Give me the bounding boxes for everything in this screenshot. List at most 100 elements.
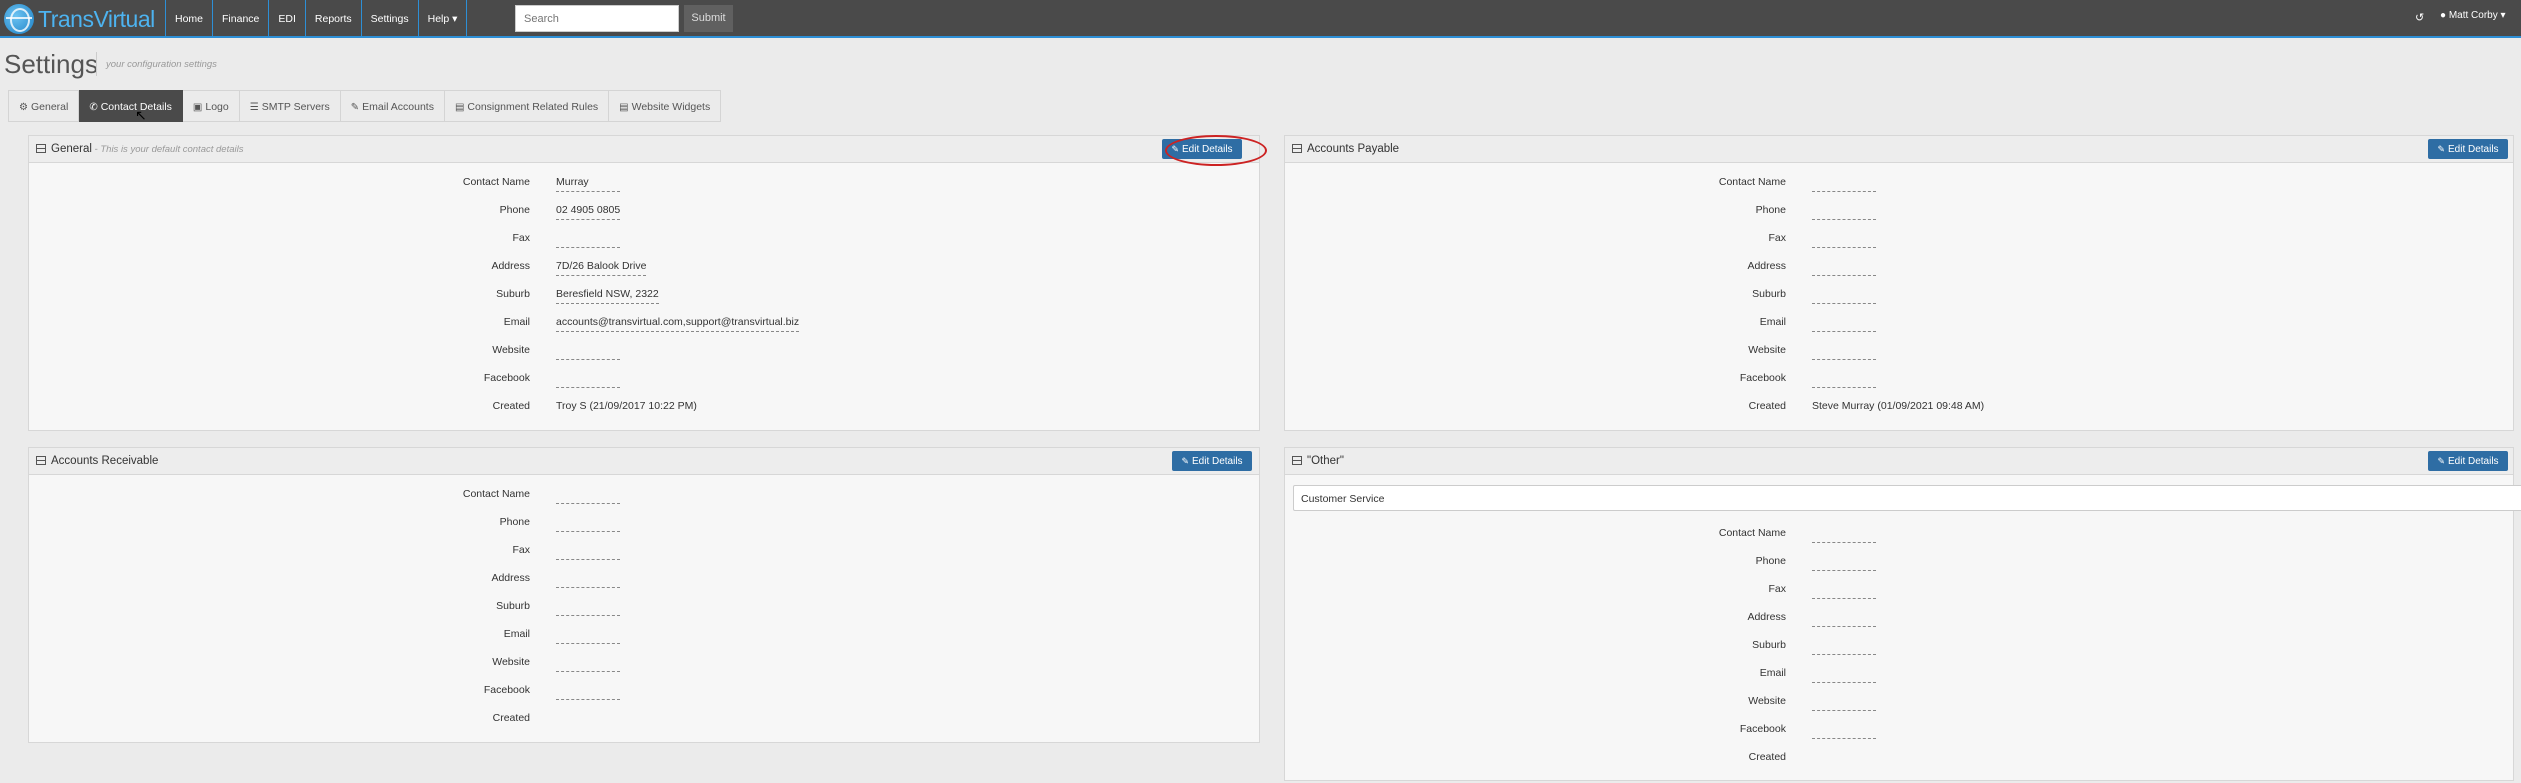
pencil-icon: ✎	[350, 102, 360, 113]
contact-type-select[interactable]: Customer Service ▾	[1293, 485, 2521, 511]
phone-icon: ✆	[89, 102, 98, 113]
nav-home[interactable]: Home	[165, 0, 214, 38]
field-value[interactable]	[1812, 210, 1876, 220]
field-value[interactable]: Murray	[556, 176, 620, 192]
panel-icon	[36, 456, 46, 465]
tab-logo[interactable]: ▣ Logo	[182, 90, 240, 122]
select-value: Customer Service	[1301, 493, 1385, 505]
tab-smtp-servers[interactable]: ☰ SMTP Servers	[239, 90, 341, 122]
panel-title: General - This is your default contact d…	[36, 143, 243, 155]
gear-icon: ⚙	[19, 102, 28, 113]
field-label: Created	[1748, 400, 1786, 412]
nav-finance[interactable]: Finance	[212, 0, 270, 38]
settings-tabs: ⚙ General ✆ Contact Details ▣ Logo ☰ SMTP Se…	[8, 90, 722, 122]
field-value[interactable]	[556, 662, 620, 672]
tab-contact-details[interactable]: ✆ Contact Details	[79, 90, 183, 122]
tab-website-widgets[interactable]: ▤ Website Widgets	[609, 90, 722, 122]
nav-reports[interactable]: Reports	[304, 0, 362, 38]
user-menu[interactable]: ● Matt Corby ▾	[2440, 10, 2506, 21]
field-label: Suburb	[496, 288, 530, 300]
highlight-circle	[1165, 135, 1267, 166]
panel-general: General - This is your default contact d…	[28, 135, 1267, 431]
field-row-website: Website	[1285, 689, 2513, 717]
field-label: Phone	[499, 204, 530, 216]
field-row-suburb: Suburb	[1285, 633, 2513, 661]
field-row-contact-name: Contact Name	[1285, 521, 2513, 549]
field-row-contact-name: Contact Name	[1285, 170, 2513, 198]
field-value[interactable]	[556, 238, 620, 248]
file-icon: ▤	[454, 102, 465, 113]
panel-icon	[36, 144, 46, 153]
field-row-phone: Phone	[1285, 198, 2513, 226]
field-value[interactable]	[556, 494, 620, 504]
field-value[interactable]	[1812, 182, 1876, 192]
field-label: Contact Name	[462, 488, 530, 500]
field-row-address: Address	[29, 566, 1259, 594]
field-row-created: Created	[1285, 745, 2513, 773]
search-input[interactable]	[515, 5, 679, 32]
field-value[interactable]	[1812, 589, 1876, 599]
field-label: Created	[492, 400, 530, 412]
nav-settings[interactable]: Settings	[360, 0, 419, 38]
panel-accounts-receivable: Accounts Receivable ✎ Edit Details Contac…	[28, 447, 1260, 743]
field-value[interactable]	[1812, 266, 1876, 276]
main-nav: Home Finance EDI Reports Settings Help ▾	[165, 0, 468, 38]
field-value[interactable]	[1812, 701, 1876, 711]
field-row-address: Address	[1285, 605, 2513, 633]
field-value[interactable]	[1812, 617, 1876, 627]
field-value[interactable]	[556, 522, 620, 532]
field-value[interactable]: Beresfield NSW, 2322	[556, 288, 659, 304]
tab-email-accounts[interactable]: ✎ Email Accounts	[340, 90, 445, 122]
field-value: Troy S (21/09/2017 10:22 PM)	[556, 400, 697, 412]
field-value[interactable]	[1812, 350, 1876, 360]
field-label: Fax	[1768, 232, 1786, 244]
nav-help[interactable]: Help ▾	[417, 0, 468, 38]
field-label: Suburb	[1752, 288, 1786, 300]
edit-details-button[interactable]: ✎ Edit Details	[2428, 139, 2508, 159]
field-label: Fax	[1768, 583, 1786, 595]
tab-general[interactable]: ⚙ General	[8, 90, 80, 122]
field-value[interactable]	[556, 378, 620, 388]
field-row-website: Website	[1285, 338, 2513, 366]
user-icon: ●	[2440, 10, 2449, 21]
field-value[interactable]	[1812, 533, 1876, 543]
field-value[interactable]	[1812, 378, 1876, 388]
history-icon[interactable]: ↺	[2415, 11, 2424, 24]
field-value[interactable]	[1812, 561, 1876, 571]
field-value[interactable]: 02 4905 0805	[556, 204, 621, 220]
edit-details-button[interactable]: ✎ Edit Details	[1172, 451, 1252, 471]
field-label: Fax	[512, 232, 530, 244]
edit-details-button[interactable]: ✎ Edit Details	[2428, 451, 2508, 471]
submit-button[interactable]: Submit	[684, 5, 733, 32]
field-value[interactable]	[556, 350, 620, 360]
field-value[interactable]	[1812, 294, 1876, 304]
nav-edi[interactable]: EDI	[268, 0, 306, 38]
field-row-suburb: Suburb	[29, 594, 1259, 622]
field-value[interactable]	[556, 550, 620, 560]
image-icon: ▣	[192, 102, 203, 113]
field-value[interactable]	[556, 606, 620, 616]
tab-consignment-rules[interactable]: ▤ Consignment Related Rules	[444, 90, 610, 122]
field-value[interactable]	[1812, 729, 1876, 739]
field-row-suburb: Suburb	[1285, 282, 2513, 310]
field-value[interactable]: accounts@transvirtual.com,support@transv…	[556, 316, 800, 332]
field-value[interactable]	[556, 634, 620, 644]
field-label: Website	[492, 656, 530, 668]
title-divider	[96, 52, 97, 76]
field-value[interactable]	[1812, 645, 1876, 655]
field-value[interactable]	[1812, 322, 1876, 332]
user-name: Matt Corby ▾	[2448, 10, 2506, 21]
brand-name: TransVirtual	[38, 5, 155, 32]
field-row-website: Website	[29, 650, 1259, 678]
field-value[interactable]	[1812, 238, 1876, 248]
field-value[interactable]: 7D/26 Balook Drive	[556, 260, 647, 276]
field-value[interactable]	[1812, 673, 1876, 683]
field-value[interactable]	[556, 690, 620, 700]
edit-icon: ✎	[2437, 456, 2445, 466]
field-label: Facebook	[483, 372, 530, 384]
field-value[interactable]	[556, 578, 620, 588]
field-row-phone: Phone 02 4905 0805	[29, 198, 1259, 226]
field-row-created: Created Steve Murray (01/09/2021 09:48 AM…	[1285, 394, 2513, 422]
brand-logo[interactable]: TransVirtual	[4, 3, 155, 35]
field-label: Facebook	[1739, 372, 1786, 384]
